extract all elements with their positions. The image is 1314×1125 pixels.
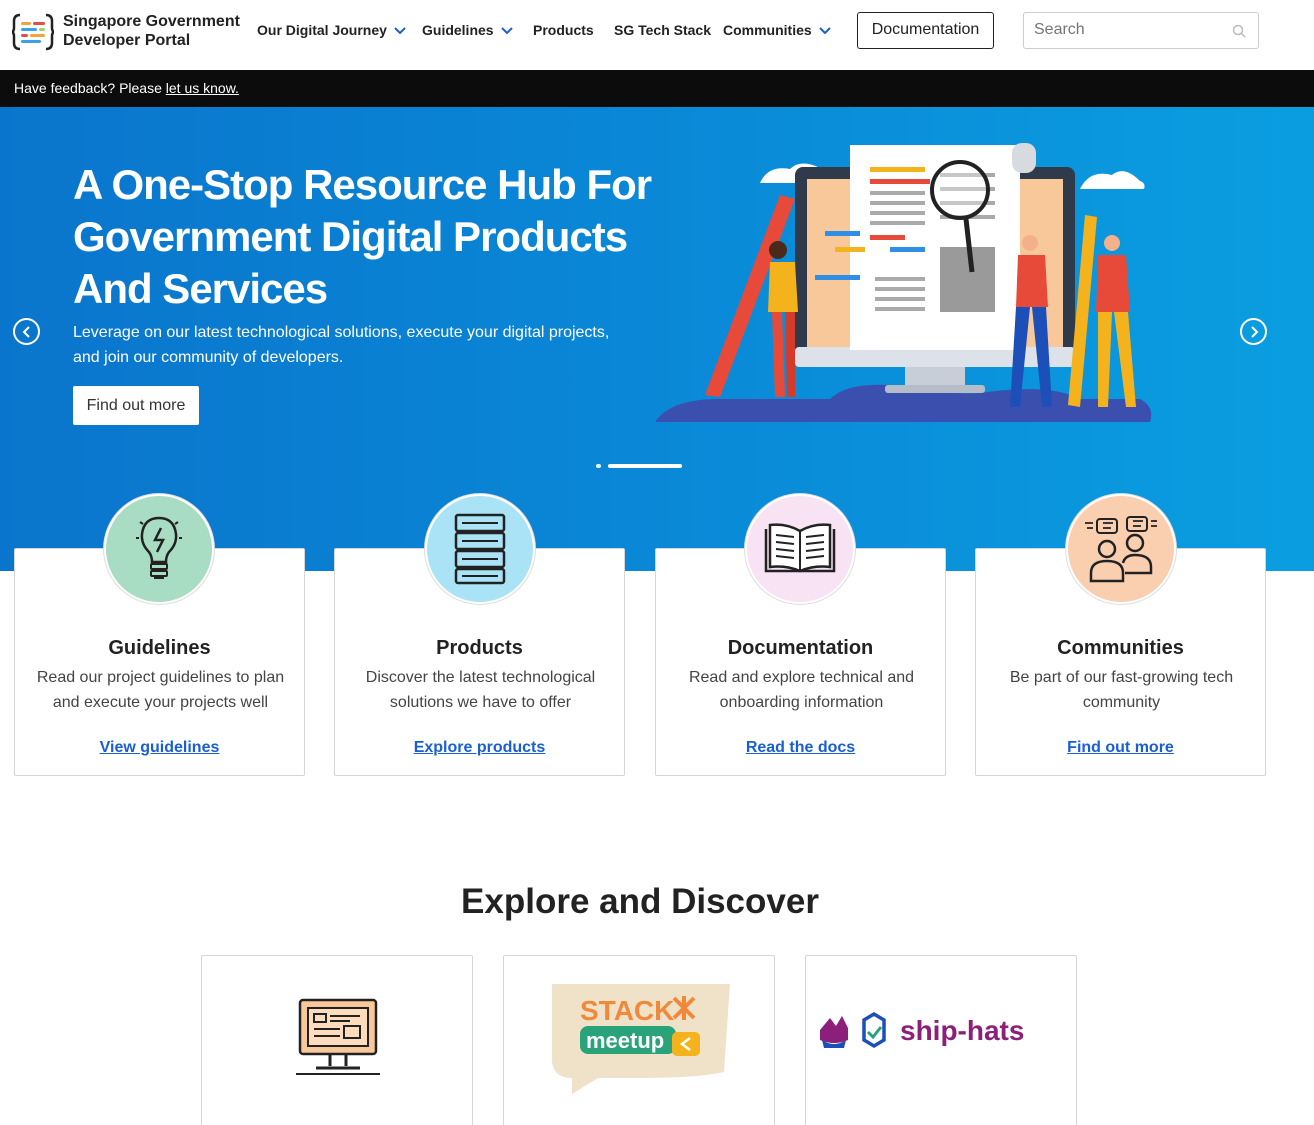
- people-chat-icon-circle: [1066, 494, 1176, 604]
- portal-logo-icon[interactable]: [12, 12, 54, 52]
- card-description-line1: Read our project guidelines to plan: [36, 669, 285, 686]
- chevron-right-icon: [1251, 326, 1259, 338]
- card-description: Discover the latest technological soluti…: [353, 665, 608, 715]
- carousel-indicator-2-active[interactable]: [608, 464, 682, 468]
- nav-products-label: Products: [533, 22, 594, 38]
- find-out-more-button[interactable]: Find out more: [73, 386, 199, 425]
- nav-products[interactable]: Products: [533, 22, 594, 38]
- portal-name[interactable]: Singapore Government Developer Portal: [63, 12, 240, 50]
- explore-card-ship-hats[interactable]: ship-hats: [805, 955, 1077, 1125]
- nav-sg-tech-stack-label: SG Tech Stack: [614, 22, 712, 38]
- carousel-prev-button[interactable]: [13, 318, 40, 345]
- server-stack-icon-circle: [425, 494, 535, 604]
- site-header: Singapore Government Developer Portal Ou…: [0, 0, 1314, 70]
- nav-communities[interactable]: Communities: [723, 22, 832, 38]
- card-title: Documentation: [727, 637, 874, 659]
- hero-title-line1: A One-Stop Resource Hub For: [73, 161, 652, 208]
- portal-name-line1: Singapore Government: [63, 13, 240, 30]
- card-description-line2: and execute your projects well: [52, 694, 269, 711]
- feedback-text: Have feedback? Please: [14, 80, 166, 96]
- card-description-line1: Be part of our fast-growing tech: [1009, 669, 1234, 686]
- card-description: Be part of our fast-growing tech communi…: [994, 665, 1249, 715]
- stack-logo-text: STACK: [580, 995, 674, 1026]
- card-title: Guidelines: [108, 637, 211, 659]
- explore-card-devportal[interactable]: [201, 955, 473, 1125]
- ship-hats-logo-text: ship-hats: [900, 1015, 1024, 1046]
- hero-subtitle-line1: Leverage on our latest technological sol…: [73, 324, 610, 341]
- hero-title-line3: And Services: [73, 265, 328, 312]
- search-box: [1023, 12, 1259, 49]
- meetup-logo-text: meetup: [586, 1028, 664, 1053]
- search-icon[interactable]: [1232, 24, 1246, 38]
- feedback-link[interactable]: let us know.: [166, 80, 239, 96]
- carousel-indicator-1[interactable]: [596, 464, 601, 468]
- read-the-docs-link[interactable]: Read the docs: [656, 739, 945, 757]
- nav-sg-tech-stack[interactable]: SG Tech Stack: [614, 22, 711, 38]
- card-description-line1: Discover the latest technological: [365, 669, 596, 686]
- hero-subtitle-line2: and join our community of developers.: [73, 349, 344, 366]
- chevron-down-icon: [394, 27, 406, 35]
- card-title: Communities: [1057, 637, 1184, 659]
- documentation-button[interactable]: Documentation: [857, 12, 994, 49]
- carousel-next-button[interactable]: [1240, 318, 1267, 345]
- search-input[interactable]: [1034, 13, 1224, 47]
- hero-illustration: [655, 143, 1152, 422]
- card-description: Read and explore technical and onboardin…: [674, 665, 929, 715]
- find-out-more-link[interactable]: Find out more: [976, 739, 1265, 757]
- hero-title-line2: Government Digital Products: [73, 213, 628, 260]
- ship-hats-logo: ship-hats: [820, 1011, 1024, 1049]
- hero-subtitle: Leverage on our latest technological sol…: [73, 320, 633, 370]
- card-title: Products: [436, 637, 523, 659]
- nav-communities-label: Communities: [723, 22, 812, 38]
- portal-name-line2: Developer Portal: [63, 32, 191, 49]
- card-description-line1: Read and explore technical and: [688, 669, 915, 686]
- hero-title: A One-Stop Resource Hub For Government D…: [73, 159, 673, 315]
- lightbulb-icon: [136, 516, 182, 579]
- server-stack-icon: [454, 513, 506, 585]
- explore-section-title: Explore and Discover: [461, 882, 819, 921]
- nav-our-digital-journey[interactable]: Our Digital Journey: [257, 22, 407, 38]
- explore-card-stack-meetup[interactable]: STACK meetup: [503, 955, 775, 1125]
- chevron-down-icon: [818, 27, 831, 35]
- computer-monitor-icon: [296, 998, 380, 1075]
- open-book-icon-circle: [745, 494, 855, 604]
- nav-guidelines[interactable]: Guidelines: [422, 22, 514, 38]
- open-book-icon: [764, 523, 836, 573]
- card-description-line2: community: [1082, 694, 1161, 711]
- lightbulb-icon-circle: [104, 494, 214, 604]
- nav-guidelines-label: Guidelines: [422, 22, 494, 38]
- card-description-line2: solutions we have to offer: [389, 694, 572, 711]
- people-chat-icon: [1085, 516, 1157, 583]
- card-description-line2: onboarding information: [719, 694, 884, 711]
- feedback-bar: Have feedback? Please let us know.: [0, 70, 1314, 107]
- chevron-down-icon: [500, 27, 513, 35]
- view-guidelines-link[interactable]: View guidelines: [15, 739, 304, 757]
- chevron-left-icon: [22, 326, 30, 338]
- card-description: Read our project guidelines to plan and …: [33, 665, 288, 715]
- explore-products-link[interactable]: Explore products: [335, 739, 624, 757]
- nav-our-digital-journey-label: Our Digital Journey: [257, 22, 387, 38]
- stack-meetup-logo: STACK meetup: [552, 984, 730, 1094]
